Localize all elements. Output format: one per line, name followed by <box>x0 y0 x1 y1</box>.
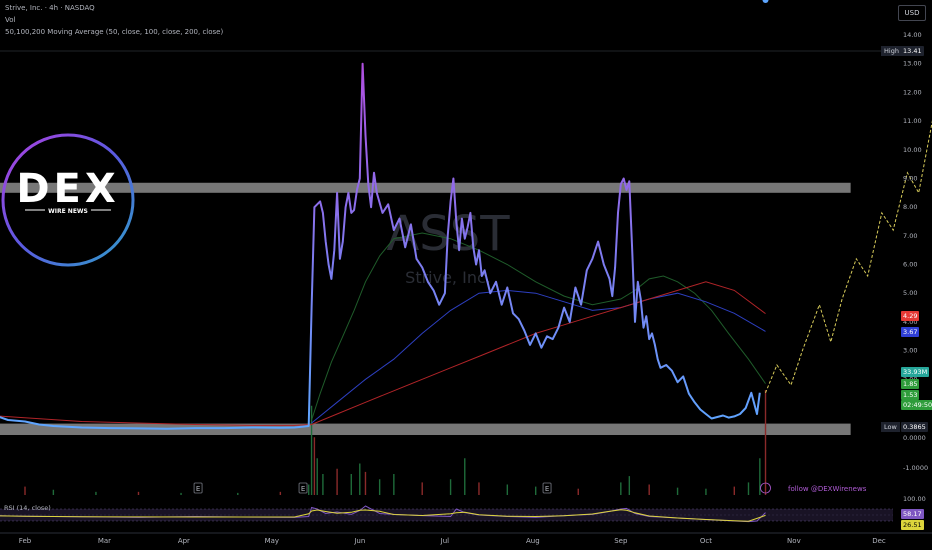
volume-bar <box>52 489 55 495</box>
event-marker-label: E <box>545 485 549 493</box>
x-tick-label: Jul <box>440 537 450 545</box>
x-tick-label: Feb <box>19 537 32 545</box>
volume-bar <box>350 474 352 495</box>
price-label-a: 1.85 <box>901 379 920 389</box>
x-tick-label: Mar <box>98 537 111 545</box>
y-tick-label: 5.00 <box>903 289 917 297</box>
countdown-label: 02:49:50 <box>901 400 932 410</box>
y-tick-label: 10.00 <box>903 146 922 154</box>
volume-bar <box>24 486 26 495</box>
volume-bar <box>364 471 367 495</box>
rsi-indicator-label: RSI (14, close) <box>4 504 51 512</box>
volume-bar <box>316 458 318 495</box>
rsi-label-b: 26.51 <box>901 520 924 530</box>
y-tick-label: 7.00 <box>903 232 917 240</box>
price-label-b: 1.53 <box>901 390 920 400</box>
volume-label: 33.93M <box>901 367 930 377</box>
volume-bar <box>534 486 537 495</box>
y-tick-label: 6.00 <box>903 261 917 269</box>
volume-bar <box>676 487 679 495</box>
y-tick-label: 3.00 <box>903 347 917 355</box>
logo-subtext: WIRE NEWS <box>48 208 88 215</box>
volume-bar <box>137 491 140 495</box>
volume-bar <box>322 474 324 495</box>
event-marker-label: E <box>301 485 305 493</box>
high-value-label: 13.41 <box>901 46 924 56</box>
x-tick-label: Aug <box>526 537 540 545</box>
y-tick-label: 13.00 <box>903 60 922 68</box>
volume-bar <box>628 476 631 495</box>
demand-zone <box>0 423 851 435</box>
x-tick-label: Jun <box>353 537 365 545</box>
volume-bar <box>506 484 509 495</box>
y-tick-label: -1.0000 <box>903 464 928 472</box>
symbol-line: Strive, Inc. · 4h · NASDAQ <box>5 4 95 12</box>
volume-bar <box>705 488 707 495</box>
volume-bar <box>313 437 316 495</box>
high-tag: High <box>881 46 902 56</box>
volume-bar <box>378 479 381 495</box>
volume-bar <box>449 479 452 495</box>
volume-bar <box>336 468 338 495</box>
volume-bar <box>308 484 310 495</box>
vol-label: Vol <box>5 16 16 24</box>
price-chart[interactable]: ASST Strive, Inc. 14.0013.0012.0011.0010… <box>0 0 932 550</box>
volume-bar <box>279 491 282 495</box>
y-tick-label: 12.00 <box>903 88 922 96</box>
event-marker-label: E <box>196 485 200 493</box>
ma50-label: 4.29 <box>901 311 920 321</box>
volume-bar <box>237 492 239 495</box>
volume-bar <box>393 474 395 495</box>
rsi-tick-label: 100.00 <box>903 495 926 503</box>
x-tick-label: Nov <box>787 537 801 545</box>
supply-zone <box>0 182 851 193</box>
volume-bar <box>180 492 182 495</box>
volume-bar <box>733 486 736 495</box>
x-tick-label: Oct <box>700 537 712 545</box>
x-tick-label: Sep <box>614 537 628 545</box>
volume-bar <box>764 390 767 495</box>
volume-bar <box>747 482 750 495</box>
logo-text: DEX <box>16 166 119 212</box>
y-tick-label: 9.00 <box>903 174 917 182</box>
volume-bar <box>620 482 622 495</box>
volume-bar <box>359 463 361 495</box>
watermark-company: Strive, Inc. <box>405 268 491 287</box>
currency-button[interactable]: USD <box>898 5 926 21</box>
x-tick-label: Dec <box>872 537 886 545</box>
follow-text[interactable]: follow @DEXWirenews <box>788 485 866 493</box>
low-tag: Low <box>881 422 900 432</box>
y-tick-label: 11.00 <box>903 117 922 125</box>
volume-bar <box>577 488 579 495</box>
volume-bar <box>648 484 650 495</box>
ma100-label: 3.67 <box>901 327 920 337</box>
rsi-label-a: 58.17 <box>901 509 924 519</box>
volume-bar <box>95 491 97 495</box>
y-tick-label: 0.0000 <box>903 434 926 442</box>
ma-indicator-label: 50,100,200 Moving Average (50, close, 10… <box>5 28 224 36</box>
y-tick-label: 8.00 <box>903 203 917 211</box>
volume-bar <box>478 482 480 495</box>
y-tick-label: 14.00 <box>903 31 922 39</box>
low-value-label: 0.3865 <box>901 422 928 432</box>
x-tick-label: May <box>265 537 279 545</box>
volume-bar <box>421 482 423 495</box>
x-tick-label: Apr <box>178 537 190 545</box>
volume-bar <box>464 458 466 495</box>
